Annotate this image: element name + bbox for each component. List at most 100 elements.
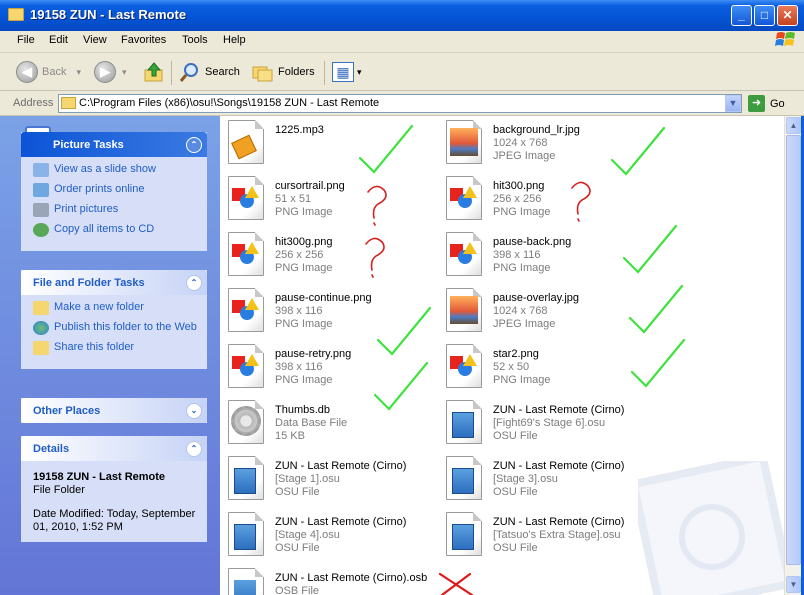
file-text: star2.png 52 x 50 PNG Image [493,348,550,387]
folders-button[interactable]: Folders [252,59,315,85]
address-input[interactable]: C:\Program Files (x86)\osu!\Songs\19158 … [58,94,742,113]
file-item[interactable]: pause-retry.png 398 x 116 PNG Image [220,340,430,394]
file-info-line: PNG Image [275,374,333,386]
file-item[interactable]: pause-overlay.jpg 1024 x 768 JPEG Image [438,284,648,338]
file-item[interactable]: ZUN - Last Remote (Cirno) [Stage 1].osu OS… [220,452,430,506]
share-folder-icon [33,341,49,355]
file-item[interactable]: background_lr.jpg 1024 x 768 JPEG Image [438,116,648,170]
order-prints-icon [33,183,49,197]
file-text: cursortrail.png 51 x 51 PNG Image [275,180,345,219]
file-name: 1225.mp3 [275,124,324,136]
file-name: pause-retry.png [275,348,352,360]
vertical-scrollbar[interactable]: ▲ ▼ [784,116,801,595]
up-folder-button[interactable] [143,59,165,85]
menu-edit[interactable]: Edit [49,34,68,46]
scroll-up-button[interactable]: ▲ [786,117,801,134]
print-pictures-link[interactable]: Print pictures [33,203,199,217]
file-item[interactable]: pause-continue.png 398 x 116 PNG Image [220,284,430,338]
other-places-header[interactable]: Other Places ⌄ [21,398,207,423]
picture-tasks-panel: Picture Tasks ⌃ View as a slide show Ord… [21,126,207,251]
file-item[interactable]: cursortrail.png 51 x 51 PNG Image [220,172,430,226]
file-folder-tasks-header[interactable]: File and Folder Tasks ⌃ [21,270,207,295]
file-info-line: [Tatsuo's Extra Stage].osu [493,529,621,541]
collapse-chevron-icon[interactable]: ⌃ [186,441,202,457]
expand-chevron-icon[interactable]: ⌄ [186,403,202,419]
up-folder-icon [144,62,163,82]
title-bar[interactable]: 19158 ZUN - Last Remote _ □ ✕ [0,0,804,31]
file-info-line: PNG Image [493,374,551,386]
menu-file[interactable]: File [17,34,35,46]
go-arrow-icon: ➜ [748,95,765,112]
jpeg-image-icon [446,120,482,164]
address-bar: Address C:\Program Files (x86)\osu!\Song… [0,91,804,116]
views-button[interactable]: ▦ ▾ [332,59,362,85]
collapse-chevron-icon[interactable]: ⌃ [186,275,202,291]
toolbar-separator [171,61,172,85]
file-info-line: PNG Image [493,206,551,218]
task-pane: Picture Tasks ⌃ View as a slide show Ord… [0,116,220,595]
file-item[interactable]: 1225.mp3 [220,116,430,170]
close-button[interactable]: ✕ [777,5,798,26]
standard-toolbar: ◀ Back ▾ ▶ ▾ Search Folders ▦ ▾ [0,53,804,91]
file-item[interactable]: ZUN - Last Remote (Cirno).osb OSB File [220,564,430,595]
copy-to-cd-link[interactable]: Copy all items to CD [33,223,199,237]
file-item[interactable]: hit300g.png 256 x 256 PNG Image [220,228,430,282]
file-list-view[interactable]: 1225.mp3 background_lr.jpg 1024 x 768 JPEG … [220,116,784,595]
file-info-line: PNG Image [275,318,333,330]
address-dropdown-button[interactable]: ▼ [725,95,741,112]
file-item[interactable]: ZUN - Last Remote (Cirno) [Stage 3].osu OS… [438,452,648,506]
share-folder-link[interactable]: Share this folder [33,341,199,355]
file-info-line: OSU File [493,486,538,498]
picture-tasks-header[interactable]: Picture Tasks ⌃ [21,132,207,157]
order-prints-link[interactable]: Order prints online [33,183,199,197]
scroll-thumb[interactable] [786,135,801,565]
task-label: Publish this folder to the Web [54,321,197,333]
file-name: ZUN - Last Remote (Cirno) [493,460,625,472]
file-folder-tasks-title: File and Folder Tasks [33,277,145,289]
file-info-line: 256 x 256 [493,193,542,205]
file-text: ZUN - Last Remote (Cirno).osb OSB File [275,572,427,595]
details-title: Details [33,443,70,455]
file-info-line: [Stage 3].osu [493,473,558,485]
osu-file-icon [446,400,482,444]
menu-view[interactable]: View [83,34,107,46]
file-item[interactable]: Thumbs.db Data Base File 15 KB [220,396,430,450]
search-button[interactable]: Search [179,59,240,85]
cd-icon [33,223,49,237]
file-item[interactable]: ZUN - Last Remote (Cirno) [Stage 4].osu OS… [220,508,430,562]
slide-show-icon [33,163,49,177]
file-info-line: PNG Image [275,206,333,218]
back-button[interactable]: ◀ Back ▾ [16,59,81,85]
file-text: ZUN - Last Remote (Cirno) [Stage 4].osu OS… [275,516,406,555]
other-places-panel: Other Places ⌄ [21,398,207,423]
file-item[interactable]: pause-back.png 398 x 116 PNG Image [438,228,648,282]
file-item[interactable]: ZUN - Last Remote (Cirno) [Fight69's Stag… [438,396,648,450]
task-label: Make a new folder [54,301,144,313]
view-slide-show-link[interactable]: View as a slide show [33,163,199,177]
task-label: Print pictures [54,203,119,215]
file-name: hit300g.png [275,236,333,248]
minimize-button[interactable]: _ [731,5,752,26]
menu-tools[interactable]: Tools [182,34,208,46]
publish-to-web-link[interactable]: Publish this folder to the Web [33,321,199,335]
scroll-down-button[interactable]: ▼ [786,576,801,593]
file-text: Thumbs.db Data Base File 15 KB [275,404,347,443]
file-name: hit300.png [493,180,545,192]
menu-favorites[interactable]: Favorites [121,34,166,46]
address-label: Address [13,97,54,109]
collapse-chevron-icon[interactable]: ⌃ [186,137,202,153]
file-item[interactable]: hit300.png 256 x 256 PNG Image [438,172,648,226]
file-text: ZUN - Last Remote (Cirno) [Fight69's Stag… [493,404,624,443]
file-item[interactable]: ZUN - Last Remote (Cirno) [Tatsuo's Extra… [438,508,648,562]
menu-help[interactable]: Help [223,34,246,46]
go-button[interactable]: ➜ Go [748,95,785,112]
details-header[interactable]: Details ⌃ [21,436,207,461]
forward-button[interactable]: ▶ ▾ [94,59,127,85]
toolbar-separator [324,61,325,85]
file-item[interactable]: star2.png 52 x 50 PNG Image [438,340,648,394]
png-image-icon [446,176,482,220]
back-dropdown-icon: ▾ [76,66,81,77]
maximize-button[interactable]: □ [754,5,775,26]
make-new-folder-link[interactable]: Make a new folder [33,301,199,315]
file-info-line: [Fight69's Stage 6].osu [493,417,606,429]
